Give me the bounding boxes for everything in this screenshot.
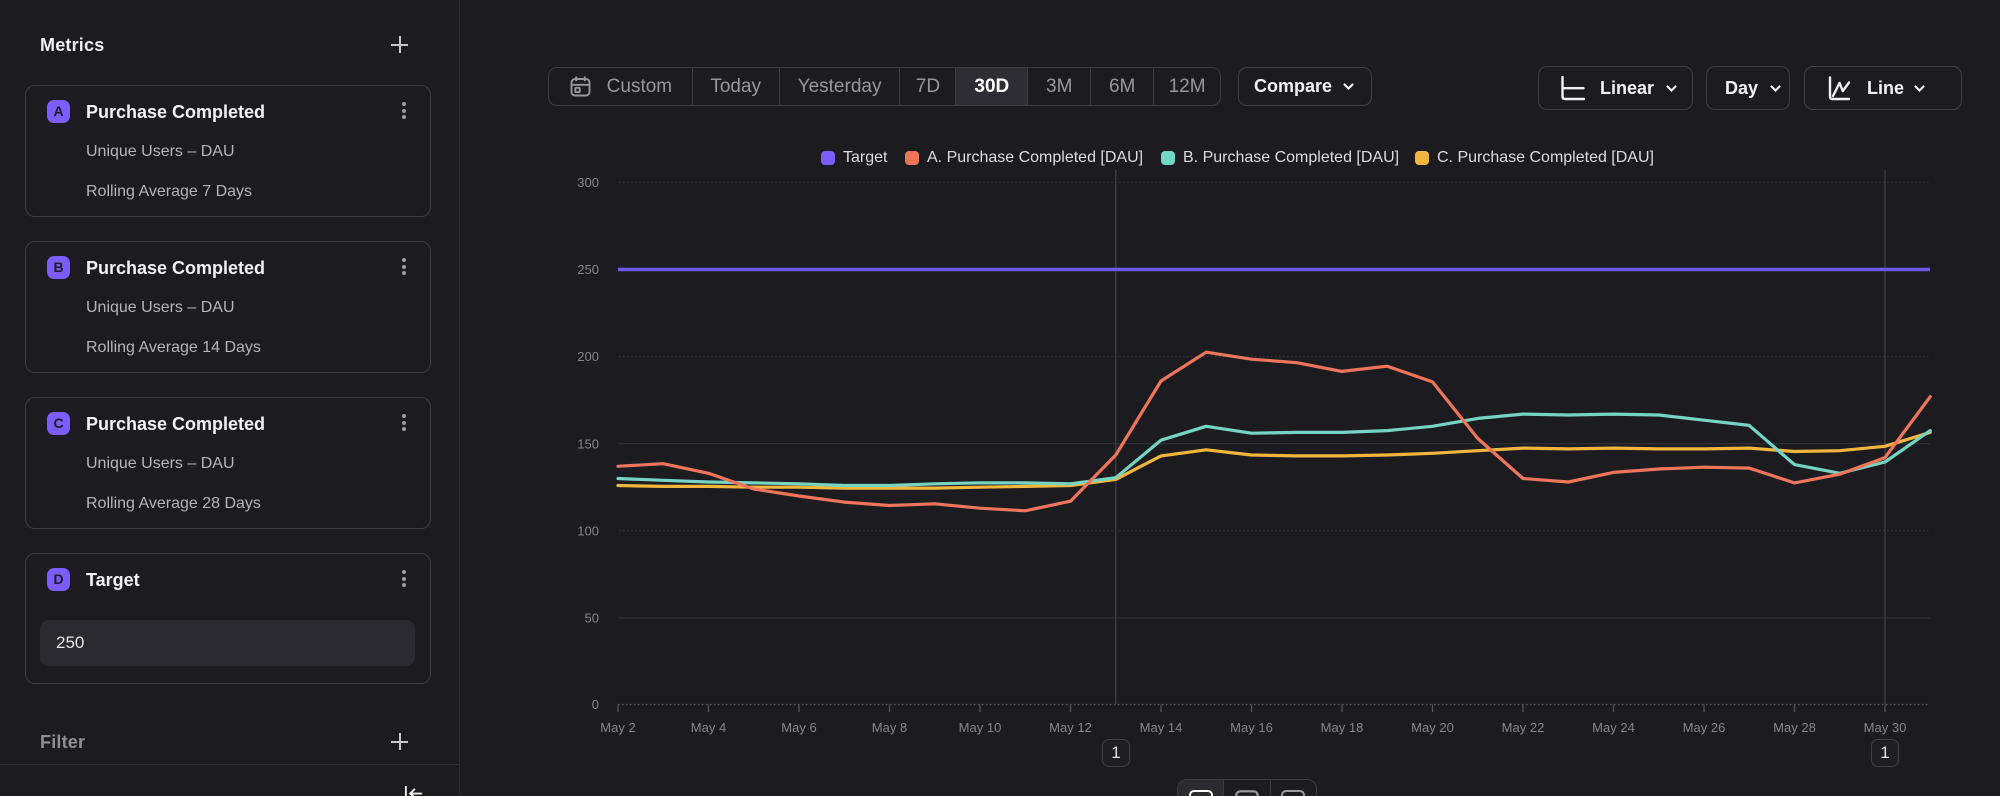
svg-text:May 20: May 20	[1411, 720, 1454, 735]
svg-text:200: 200	[577, 349, 599, 364]
svg-text:May 4: May 4	[691, 720, 726, 735]
svg-text:May 2: May 2	[600, 720, 635, 735]
svg-text:May 26: May 26	[1683, 720, 1726, 735]
svg-text:May 10: May 10	[959, 720, 1002, 735]
svg-text:300: 300	[577, 175, 599, 190]
svg-text:May 30: May 30	[1864, 720, 1907, 735]
svg-text:0: 0	[592, 697, 599, 712]
svg-text:150: 150	[577, 436, 599, 451]
svg-text:May 14: May 14	[1140, 720, 1183, 735]
svg-text:100: 100	[577, 523, 599, 538]
svg-text:May 12: May 12	[1049, 720, 1092, 735]
svg-text:May 28: May 28	[1773, 720, 1816, 735]
svg-text:250: 250	[577, 262, 599, 277]
svg-text:50: 50	[585, 611, 599, 626]
svg-text:May 24: May 24	[1592, 720, 1635, 735]
svg-text:May 6: May 6	[781, 720, 816, 735]
svg-text:May 8: May 8	[872, 720, 907, 735]
svg-text:May 22: May 22	[1502, 720, 1545, 735]
svg-text:May 16: May 16	[1230, 720, 1273, 735]
svg-text:May 18: May 18	[1321, 720, 1364, 735]
